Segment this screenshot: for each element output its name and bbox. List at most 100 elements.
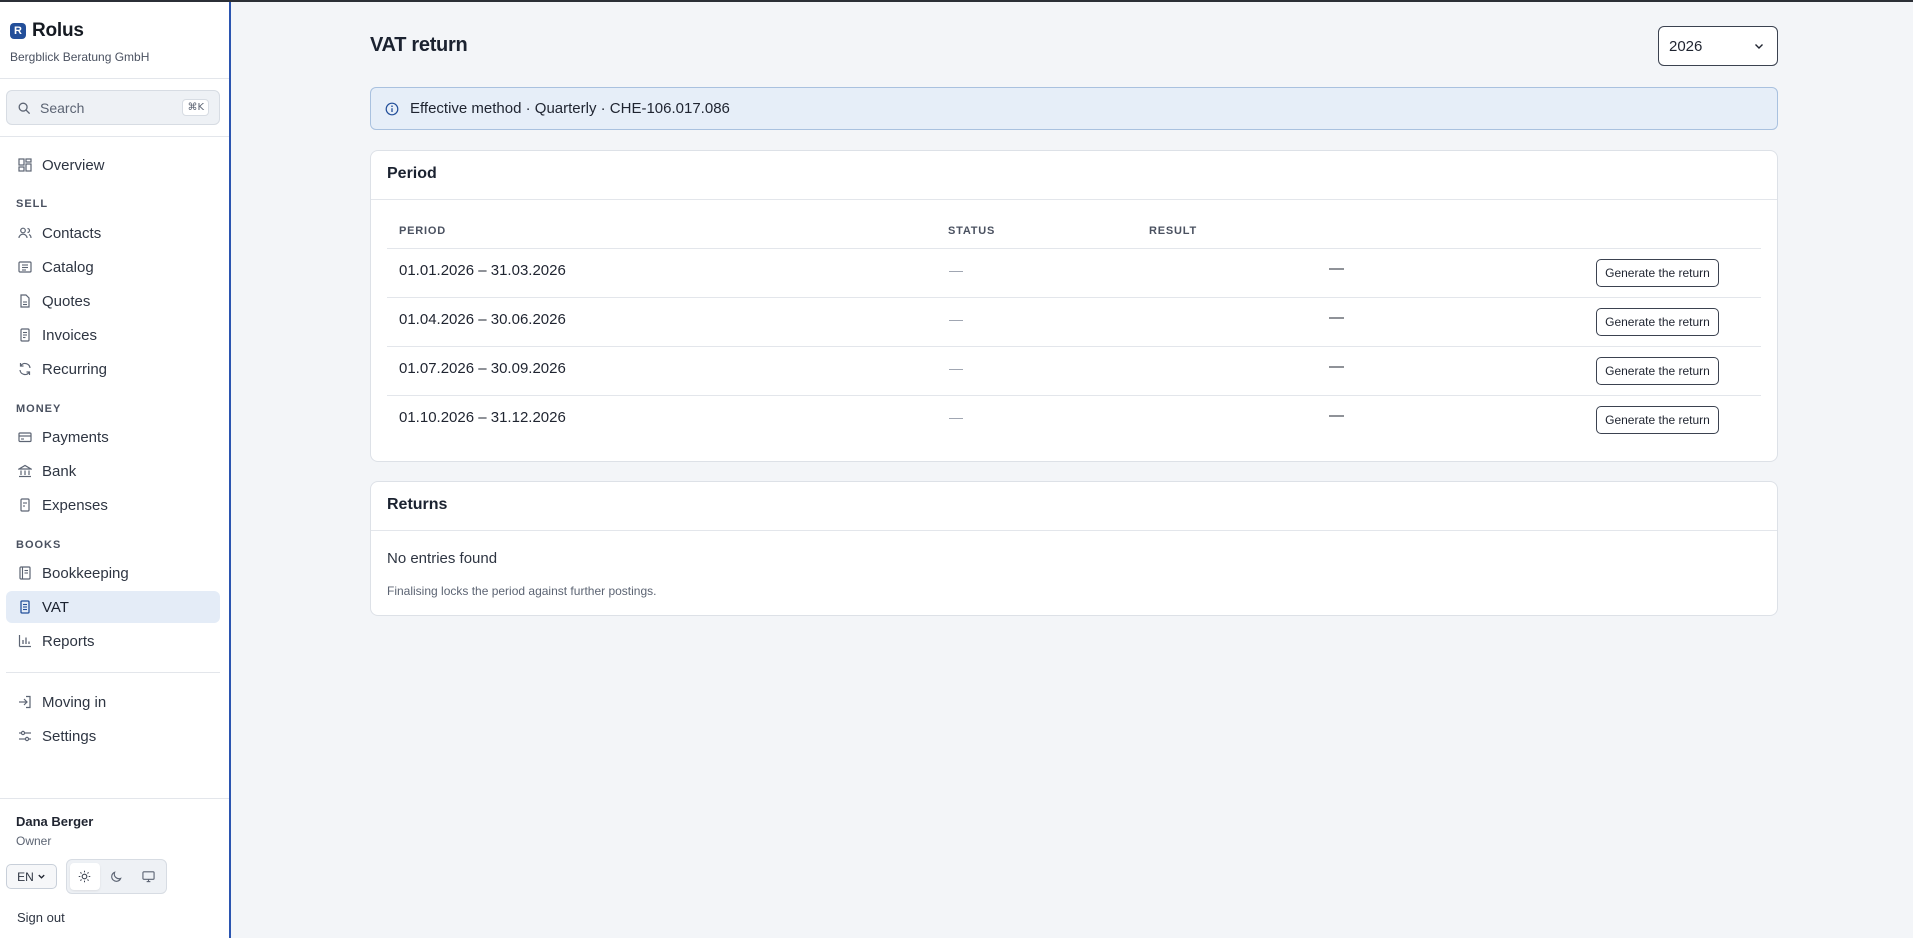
sidebar-item-invoices[interactable]: Invoices <box>6 319 220 351</box>
sidebar-item-label: Reports <box>42 632 95 650</box>
sidebar-item-expenses[interactable]: Expenses <box>6 489 220 521</box>
window-top-border <box>0 0 1913 2</box>
table-row: 01.10.2026 – 31.12.2026 — — Generate the… <box>387 395 1761 444</box>
sidebar-item-quotes[interactable]: Quotes <box>6 285 220 317</box>
sidebar-item-catalog[interactable]: Catalog <box>6 251 220 283</box>
ledger-icon <box>18 566 32 580</box>
period-card: Period PERIOD STATUS RESULT 01.01.2026 –… <box>370 150 1778 462</box>
column-header-period: PERIOD <box>399 225 446 237</box>
sidebar-item-label: Payments <box>42 428 109 446</box>
returns-card: Returns No entries found Finalising lock… <box>370 481 1778 616</box>
quote-file-icon <box>18 294 32 308</box>
credit-card-icon <box>18 430 32 444</box>
theme-switcher <box>66 859 167 894</box>
sign-out-link[interactable]: Sign out <box>17 910 65 925</box>
card-divider <box>371 530 1777 531</box>
brand-logo-icon: R <box>10 23 26 39</box>
user-role: Owner <box>16 834 52 848</box>
sidebar-divider <box>0 78 229 79</box>
status-cell: — <box>949 262 963 278</box>
generate-return-button[interactable]: Generate the return <box>1596 406 1719 434</box>
section-label-books: BOOKS <box>16 539 62 551</box>
year-select[interactable]: 2026 <box>1658 26 1778 66</box>
theme-light-button[interactable] <box>70 863 100 890</box>
theme-dark-button[interactable] <box>102 863 132 890</box>
sidebar-divider <box>0 798 229 799</box>
monitor-icon <box>142 871 155 883</box>
sidebar: R Rolus Bergblick Beratung GmbH Search ⌘… <box>0 2 231 938</box>
info-banner: Effective method · Quarterly · CHE-106.0… <box>370 87 1778 130</box>
card-divider <box>371 199 1777 200</box>
bank-icon <box>18 464 32 478</box>
result-cell: — <box>1329 260 1344 277</box>
sidebar-item-label: VAT <box>42 598 69 616</box>
period-cell: 01.01.2026 – 31.03.2026 <box>399 262 566 279</box>
sidebar-item-label: Settings <box>42 727 97 745</box>
generate-return-button[interactable]: Generate the return <box>1596 357 1719 385</box>
sidebar-item-bank[interactable]: Bank <box>6 455 220 487</box>
period-cell: 01.04.2026 – 30.06.2026 <box>399 311 566 328</box>
sidebar-divider <box>6 672 220 673</box>
year-value: 2026 <box>1669 37 1703 55</box>
sidebar-item-bookkeeping[interactable]: Bookkeeping <box>6 557 220 589</box>
page-title: VAT return <box>370 34 468 56</box>
status-cell: — <box>949 409 963 425</box>
refresh-icon <box>18 362 32 376</box>
generate-return-button[interactable]: Generate the return <box>1596 308 1719 336</box>
sidebar-item-label: Recurring <box>42 360 108 378</box>
table-row: 01.01.2026 – 31.03.2026 — — Generate the… <box>387 248 1761 297</box>
search-placeholder: Search <box>40 99 85 116</box>
sidebar-item-settings[interactable]: Settings <box>6 720 220 752</box>
status-cell: — <box>949 311 963 327</box>
sidebar-item-label: Bank <box>42 462 77 480</box>
sidebar-item-contacts[interactable]: Contacts <box>6 217 220 249</box>
sidebar-item-label: Bookkeeping <box>42 564 129 582</box>
result-cell: — <box>1329 358 1344 375</box>
sidebar-item-label: Catalog <box>42 258 94 276</box>
sidebar-item-label: Expenses <box>42 496 108 514</box>
table-row: 01.07.2026 – 30.09.2026 — — Generate the… <box>387 346 1761 395</box>
sidebar-item-overview[interactable]: Overview <box>6 149 220 181</box>
sidebar-item-moving-in[interactable]: Moving in <box>6 686 220 718</box>
log-in-icon <box>18 695 32 709</box>
user-name: Dana Berger <box>16 814 94 829</box>
language-select[interactable]: EN <box>6 864 57 889</box>
search-icon <box>18 102 30 114</box>
table-row: 01.04.2026 – 30.06.2026 — — Generate the… <box>387 297 1761 346</box>
column-header-status: STATUS <box>948 225 996 237</box>
invoice-file-icon <box>18 328 32 342</box>
brand-name: Rolus <box>32 20 84 41</box>
catalog-icon <box>18 260 32 274</box>
moon-icon <box>111 871 122 882</box>
search-input[interactable]: Search ⌘K <box>6 90 220 125</box>
returns-note: Finalising locks the period against furt… <box>387 584 657 598</box>
chevron-down-icon <box>1755 44 1763 49</box>
generate-return-button[interactable]: Generate the return <box>1596 259 1719 287</box>
section-label-money: MONEY <box>16 403 62 415</box>
section-label-sell: SELL <box>16 198 49 210</box>
sidebar-item-payments[interactable]: Payments <box>6 421 220 453</box>
returns-card-title: Returns <box>387 496 448 513</box>
layout-grid-icon <box>18 158 32 172</box>
info-icon <box>385 102 399 115</box>
brand[interactable]: R Rolus <box>10 20 84 42</box>
sidebar-item-label: Invoices <box>42 326 98 344</box>
search-shortcut-badge: ⌘K <box>182 99 209 116</box>
receipt-icon <box>18 498 32 512</box>
period-card-title: Period <box>387 165 437 182</box>
period-cell: 01.10.2026 – 31.12.2026 <box>399 409 566 426</box>
sidebar-item-reports[interactable]: Reports <box>6 625 220 657</box>
chevron-down-icon <box>38 874 45 879</box>
vat-document-icon <box>18 600 32 614</box>
info-text: Effective method · Quarterly · CHE-106.0… <box>410 100 730 117</box>
status-cell: — <box>949 360 963 376</box>
empty-state-text: No entries found <box>387 550 498 567</box>
sidebar-item-label: Overview <box>42 156 105 174</box>
language-value: EN <box>17 869 34 884</box>
period-cell: 01.07.2026 – 30.09.2026 <box>399 360 566 377</box>
theme-system-button[interactable] <box>133 863 163 890</box>
sidebar-item-recurring[interactable]: Recurring <box>6 353 220 385</box>
sidebar-divider <box>0 136 229 137</box>
sidebar-item-label: Quotes <box>42 292 91 310</box>
sidebar-item-vat[interactable]: VAT <box>6 591 220 623</box>
